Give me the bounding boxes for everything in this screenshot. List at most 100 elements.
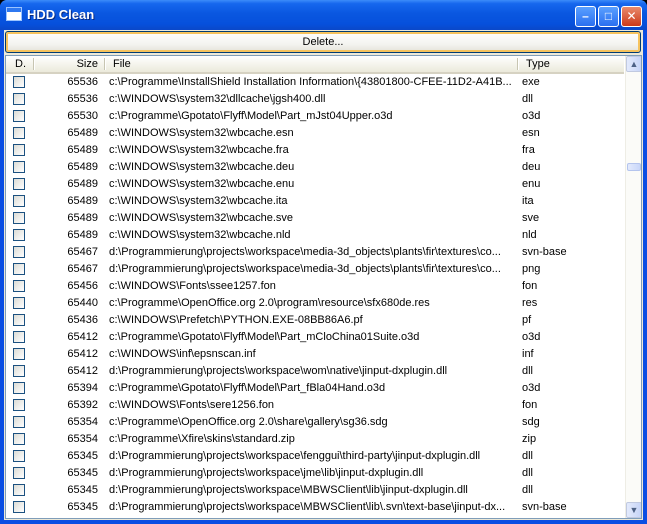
table-row[interactable]: 65489 c:\WINDOWS\system32\wbcache.ita ita [6, 193, 624, 210]
row-type: svn-base [522, 246, 567, 258]
row-type: fon [522, 399, 538, 411]
row-type: sve [522, 212, 540, 224]
row-type: o3d [522, 110, 541, 122]
row-size: 65436 [67, 314, 98, 326]
table-row[interactable]: 65489 c:\WINDOWS\system32\wbcache.sve sve [6, 210, 624, 227]
table-row[interactable]: 65489 c:\WINDOWS\system32\wbcache.enu enu [6, 176, 624, 193]
delete-checkbox[interactable] [13, 297, 25, 309]
table-row[interactable]: 65467 d:\Programmierung\projects\workspac… [6, 261, 624, 278]
list-header: D. Size File Type [6, 56, 624, 74]
row-file: c:\WINDOWS\system32\wbcache.fra [109, 144, 289, 156]
column-separator[interactable] [517, 58, 519, 70]
row-type: svn-base [522, 501, 567, 513]
scroll-up-icon[interactable]: ▲ [626, 56, 641, 72]
app-window: HDD Clean – □ ✕ Delete... D. Size File T… [0, 0, 647, 524]
row-type: esn [522, 127, 540, 139]
scroll-down-icon[interactable]: ▼ [626, 502, 641, 518]
delete-checkbox[interactable] [13, 229, 25, 241]
delete-checkbox[interactable] [13, 450, 25, 462]
delete-checkbox[interactable] [13, 433, 25, 445]
title-bar[interactable]: HDD Clean – □ ✕ [0, 0, 647, 30]
scroll-thumb[interactable] [627, 163, 641, 171]
delete-checkbox[interactable] [13, 76, 25, 88]
delete-checkbox[interactable] [13, 348, 25, 360]
table-row[interactable]: 65489 c:\WINDOWS\system32\wbcache.fra fra [6, 142, 624, 159]
row-file: d:\Programmierung\projects\workspace\jme… [109, 467, 424, 479]
table-row[interactable]: 65412 d:\Programmierung\projects\workspac… [6, 363, 624, 380]
delete-checkbox[interactable] [13, 263, 25, 275]
row-type: enu [522, 178, 541, 190]
close-button[interactable]: ✕ [621, 6, 642, 27]
table-row[interactable]: 65489 c:\WINDOWS\system32\wbcache.nld nld [6, 227, 624, 244]
delete-checkbox[interactable] [13, 467, 25, 479]
table-row[interactable]: 65354 c:\Programme\OpenOffice.org 2.0\sha… [6, 414, 624, 431]
maximize-button[interactable]: □ [598, 6, 619, 27]
table-row[interactable]: 65489 c:\WINDOWS\system32\wbcache.deu deu [6, 159, 624, 176]
column-header-file[interactable]: File [113, 56, 131, 72]
delete-checkbox[interactable] [13, 416, 25, 428]
delete-checkbox[interactable] [13, 110, 25, 122]
table-row[interactable]: 65354 c:\Programme\Xfire\skins\standard.z… [6, 431, 624, 448]
delete-checkbox[interactable] [13, 195, 25, 207]
table-row[interactable]: 65394 c:\Programme\Gpotato\Flyff\Model\Pa… [6, 380, 624, 397]
row-size: 65412 [67, 365, 98, 377]
column-header-size[interactable]: Size [34, 56, 98, 72]
delete-checkbox[interactable] [13, 399, 25, 411]
row-file: d:\Programmierung\projects\workspace\fen… [109, 450, 481, 462]
delete-checkbox[interactable] [13, 331, 25, 343]
row-type: dll [522, 467, 534, 479]
delete-checkbox[interactable] [13, 382, 25, 394]
window-title: HDD Clean [27, 7, 95, 22]
row-file: c:\WINDOWS\system32\wbcache.esn [109, 127, 294, 139]
table-row[interactable]: 65467 d:\Programmierung\projects\workspac… [6, 244, 624, 261]
table-row[interactable]: 65345 d:\Programmierung\projects\workspac… [6, 499, 624, 516]
delete-checkbox[interactable] [13, 280, 25, 292]
column-header-d[interactable]: D. [15, 56, 26, 72]
table-row[interactable]: 65345 d:\Programmierung\projects\workspac… [6, 448, 624, 465]
delete-checkbox[interactable] [13, 501, 25, 513]
window-app-icon [6, 7, 22, 21]
table-row[interactable]: 65412 c:\WINDOWS\inf\epsnscan.inf inf [6, 346, 624, 363]
table-row[interactable]: 65530 c:\Programme\Gpotato\Flyff\Model\Pa… [6, 108, 624, 125]
row-file: c:\Programme\InstallShield Installation … [109, 76, 512, 88]
table-row[interactable]: 65489 c:\WINDOWS\system32\wbcache.esn esn [6, 125, 624, 142]
row-file: c:\WINDOWS\system32\wbcache.deu [109, 161, 295, 173]
table-row[interactable]: 65412 c:\Programme\Gpotato\Flyff\Model\Pa… [6, 329, 624, 346]
delete-checkbox[interactable] [13, 314, 25, 326]
table-row[interactable]: 65536 c:\WINDOWS\system32\dllcache\jgsh40… [6, 91, 624, 108]
row-file: d:\Programmierung\projects\workspace\med… [109, 263, 501, 275]
row-size: 65392 [67, 399, 98, 411]
row-file: d:\Programmierung\projects\workspace\med… [109, 246, 501, 258]
delete-checkbox[interactable] [13, 484, 25, 496]
delete-checkbox[interactable] [13, 212, 25, 224]
table-row[interactable]: 65456 c:\WINDOWS\Fonts\ssee1257.fon fon [6, 278, 624, 295]
row-file: c:\WINDOWS\system32\wbcache.nld [109, 229, 291, 241]
delete-checkbox[interactable] [13, 178, 25, 190]
row-size: 65530 [67, 110, 98, 122]
delete-checkbox[interactable] [13, 365, 25, 377]
table-row[interactable]: 65536 c:\Programme\InstallShield Installa… [6, 74, 624, 91]
column-header-type[interactable]: Type [526, 56, 550, 72]
delete-checkbox[interactable] [13, 161, 25, 173]
row-type: dll [522, 450, 534, 462]
delete-checkbox[interactable] [13, 144, 25, 156]
table-row[interactable]: 65392 c:\WINDOWS\Fonts\sere1256.fon fon [6, 397, 624, 414]
row-file: c:\Programme\Xfire\skins\standard.zip [109, 433, 295, 445]
table-row[interactable]: 65436 c:\WINDOWS\Prefetch\PYTHON.EXE-08BB… [6, 312, 624, 329]
table-row[interactable]: 65440 c:\Programme\OpenOffice.org 2.0\pro… [6, 295, 624, 312]
delete-checkbox[interactable] [13, 127, 25, 139]
table-row[interactable]: 65345 d:\Programmierung\projects\workspac… [6, 465, 624, 482]
row-file: c:\WINDOWS\inf\epsnscan.inf [109, 348, 256, 360]
row-file: c:\Programme\Gpotato\Flyff\Model\Part_fB… [109, 382, 386, 394]
column-separator[interactable] [104, 58, 106, 70]
minimize-button[interactable]: – [575, 6, 596, 27]
row-size: 65412 [67, 331, 98, 343]
delete-checkbox[interactable] [13, 93, 25, 105]
row-file: c:\Programme\OpenOffice.org 2.0\share\ga… [109, 416, 388, 428]
table-row[interactable]: 65345 d:\Programmierung\projects\workspac… [6, 482, 624, 499]
delete-button[interactable]: Delete... [5, 31, 641, 53]
row-size: 65489 [67, 212, 98, 224]
vertical-scrollbar[interactable]: ▲ ▼ [625, 56, 641, 518]
delete-checkbox[interactable] [13, 246, 25, 258]
row-size: 65489 [67, 161, 98, 173]
